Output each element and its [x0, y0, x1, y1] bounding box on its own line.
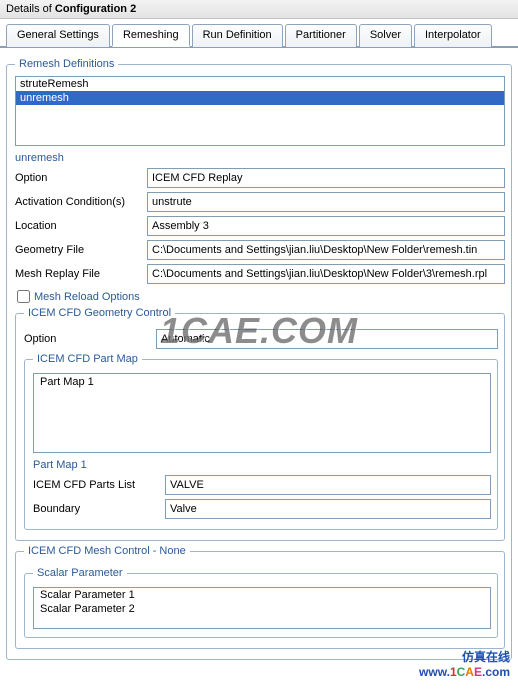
label-boundary: Boundary [33, 503, 165, 515]
label-geometry-file: Geometry File [15, 244, 147, 256]
list-item[interactable]: unremesh [16, 91, 504, 105]
geometry-control-group: ICEM CFD Geometry Control Option ICEM CF… [15, 307, 505, 541]
mesh-control-group: ICEM CFD Mesh Control - None Scalar Para… [15, 545, 505, 649]
checkbox-mesh-reload[interactable] [17, 290, 30, 303]
input-location[interactable] [147, 216, 505, 236]
input-activation[interactable] [147, 192, 505, 212]
input-mesh-replay-file[interactable] [147, 264, 505, 284]
tab-strip: General Settings Remeshing Run Definitio… [0, 19, 518, 48]
row-boundary: Boundary [33, 499, 491, 519]
part-map-legend: ICEM CFD Part Map [33, 353, 142, 365]
tab-general-settings[interactable]: General Settings [6, 24, 110, 47]
scalar-parameter-legend: Scalar Parameter [33, 567, 127, 579]
label-mesh-replay-file: Mesh Replay File [15, 268, 147, 280]
input-boundary[interactable] [165, 499, 491, 519]
mesh-control-legend: ICEM CFD Mesh Control - None [24, 545, 190, 557]
row-location: Location [15, 216, 505, 236]
scalar-parameter-list[interactable]: Scalar Parameter 1 Scalar Parameter 2 [33, 587, 491, 629]
row-geometry-file: Geometry File [15, 240, 505, 260]
scalar-parameter-group: Scalar Parameter Scalar Parameter 1 Scal… [24, 567, 498, 638]
title-name: Configuration 2 [55, 3, 136, 15]
row-mesh-reload: Mesh Reload Options [17, 290, 503, 303]
input-parts-list[interactable] [165, 475, 491, 495]
row-mesh-replay-file: Mesh Replay File [15, 264, 505, 284]
input-geom-option[interactable] [156, 329, 498, 349]
title-prefix: Details of [6, 3, 55, 15]
tab-partitioner[interactable]: Partitioner [285, 24, 357, 47]
title-bar: Details of Configuration 2 [0, 0, 518, 19]
tab-interpolator[interactable]: Interpolator [414, 24, 492, 47]
label-geom-option: Option [24, 333, 156, 345]
label-activation: Activation Condition(s) [15, 196, 147, 208]
tab-content: Remesh Definitions struteRemesh unremesh… [0, 48, 518, 689]
remesh-definitions-list[interactable]: struteRemesh unremesh [15, 76, 505, 146]
row-geom-option: Option [24, 329, 498, 349]
label-parts-list: ICEM CFD Parts List [33, 479, 165, 491]
row-option: Option [15, 168, 505, 188]
list-item[interactable]: Part Map 1 [34, 374, 490, 390]
tab-solver[interactable]: Solver [359, 24, 412, 47]
row-activation: Activation Condition(s) [15, 192, 505, 212]
input-geometry-file[interactable] [147, 240, 505, 260]
input-option[interactable] [147, 168, 505, 188]
tab-run-definition[interactable]: Run Definition [192, 24, 283, 47]
label-option: Option [15, 172, 147, 184]
list-item[interactable]: Scalar Parameter 1 [34, 588, 490, 602]
unremesh-heading: unremesh [15, 152, 505, 164]
geometry-control-legend: ICEM CFD Geometry Control [24, 307, 175, 319]
part-map-1-heading: Part Map 1 [33, 459, 491, 471]
list-item[interactable]: Scalar Parameter 2 [34, 602, 490, 616]
label-location: Location [15, 220, 147, 232]
remesh-definitions-group: Remesh Definitions struteRemesh unremesh… [6, 58, 512, 660]
row-parts-list: ICEM CFD Parts List [33, 475, 491, 495]
part-map-group: ICEM CFD Part Map Part Map 1 Part Map 1 … [24, 353, 498, 530]
part-map-list[interactable]: Part Map 1 [33, 373, 491, 453]
remesh-definitions-legend: Remesh Definitions [15, 58, 118, 70]
tab-remeshing[interactable]: Remeshing [112, 24, 190, 47]
label-mesh-reload: Mesh Reload Options [34, 291, 140, 303]
list-item[interactable]: struteRemesh [16, 77, 504, 91]
